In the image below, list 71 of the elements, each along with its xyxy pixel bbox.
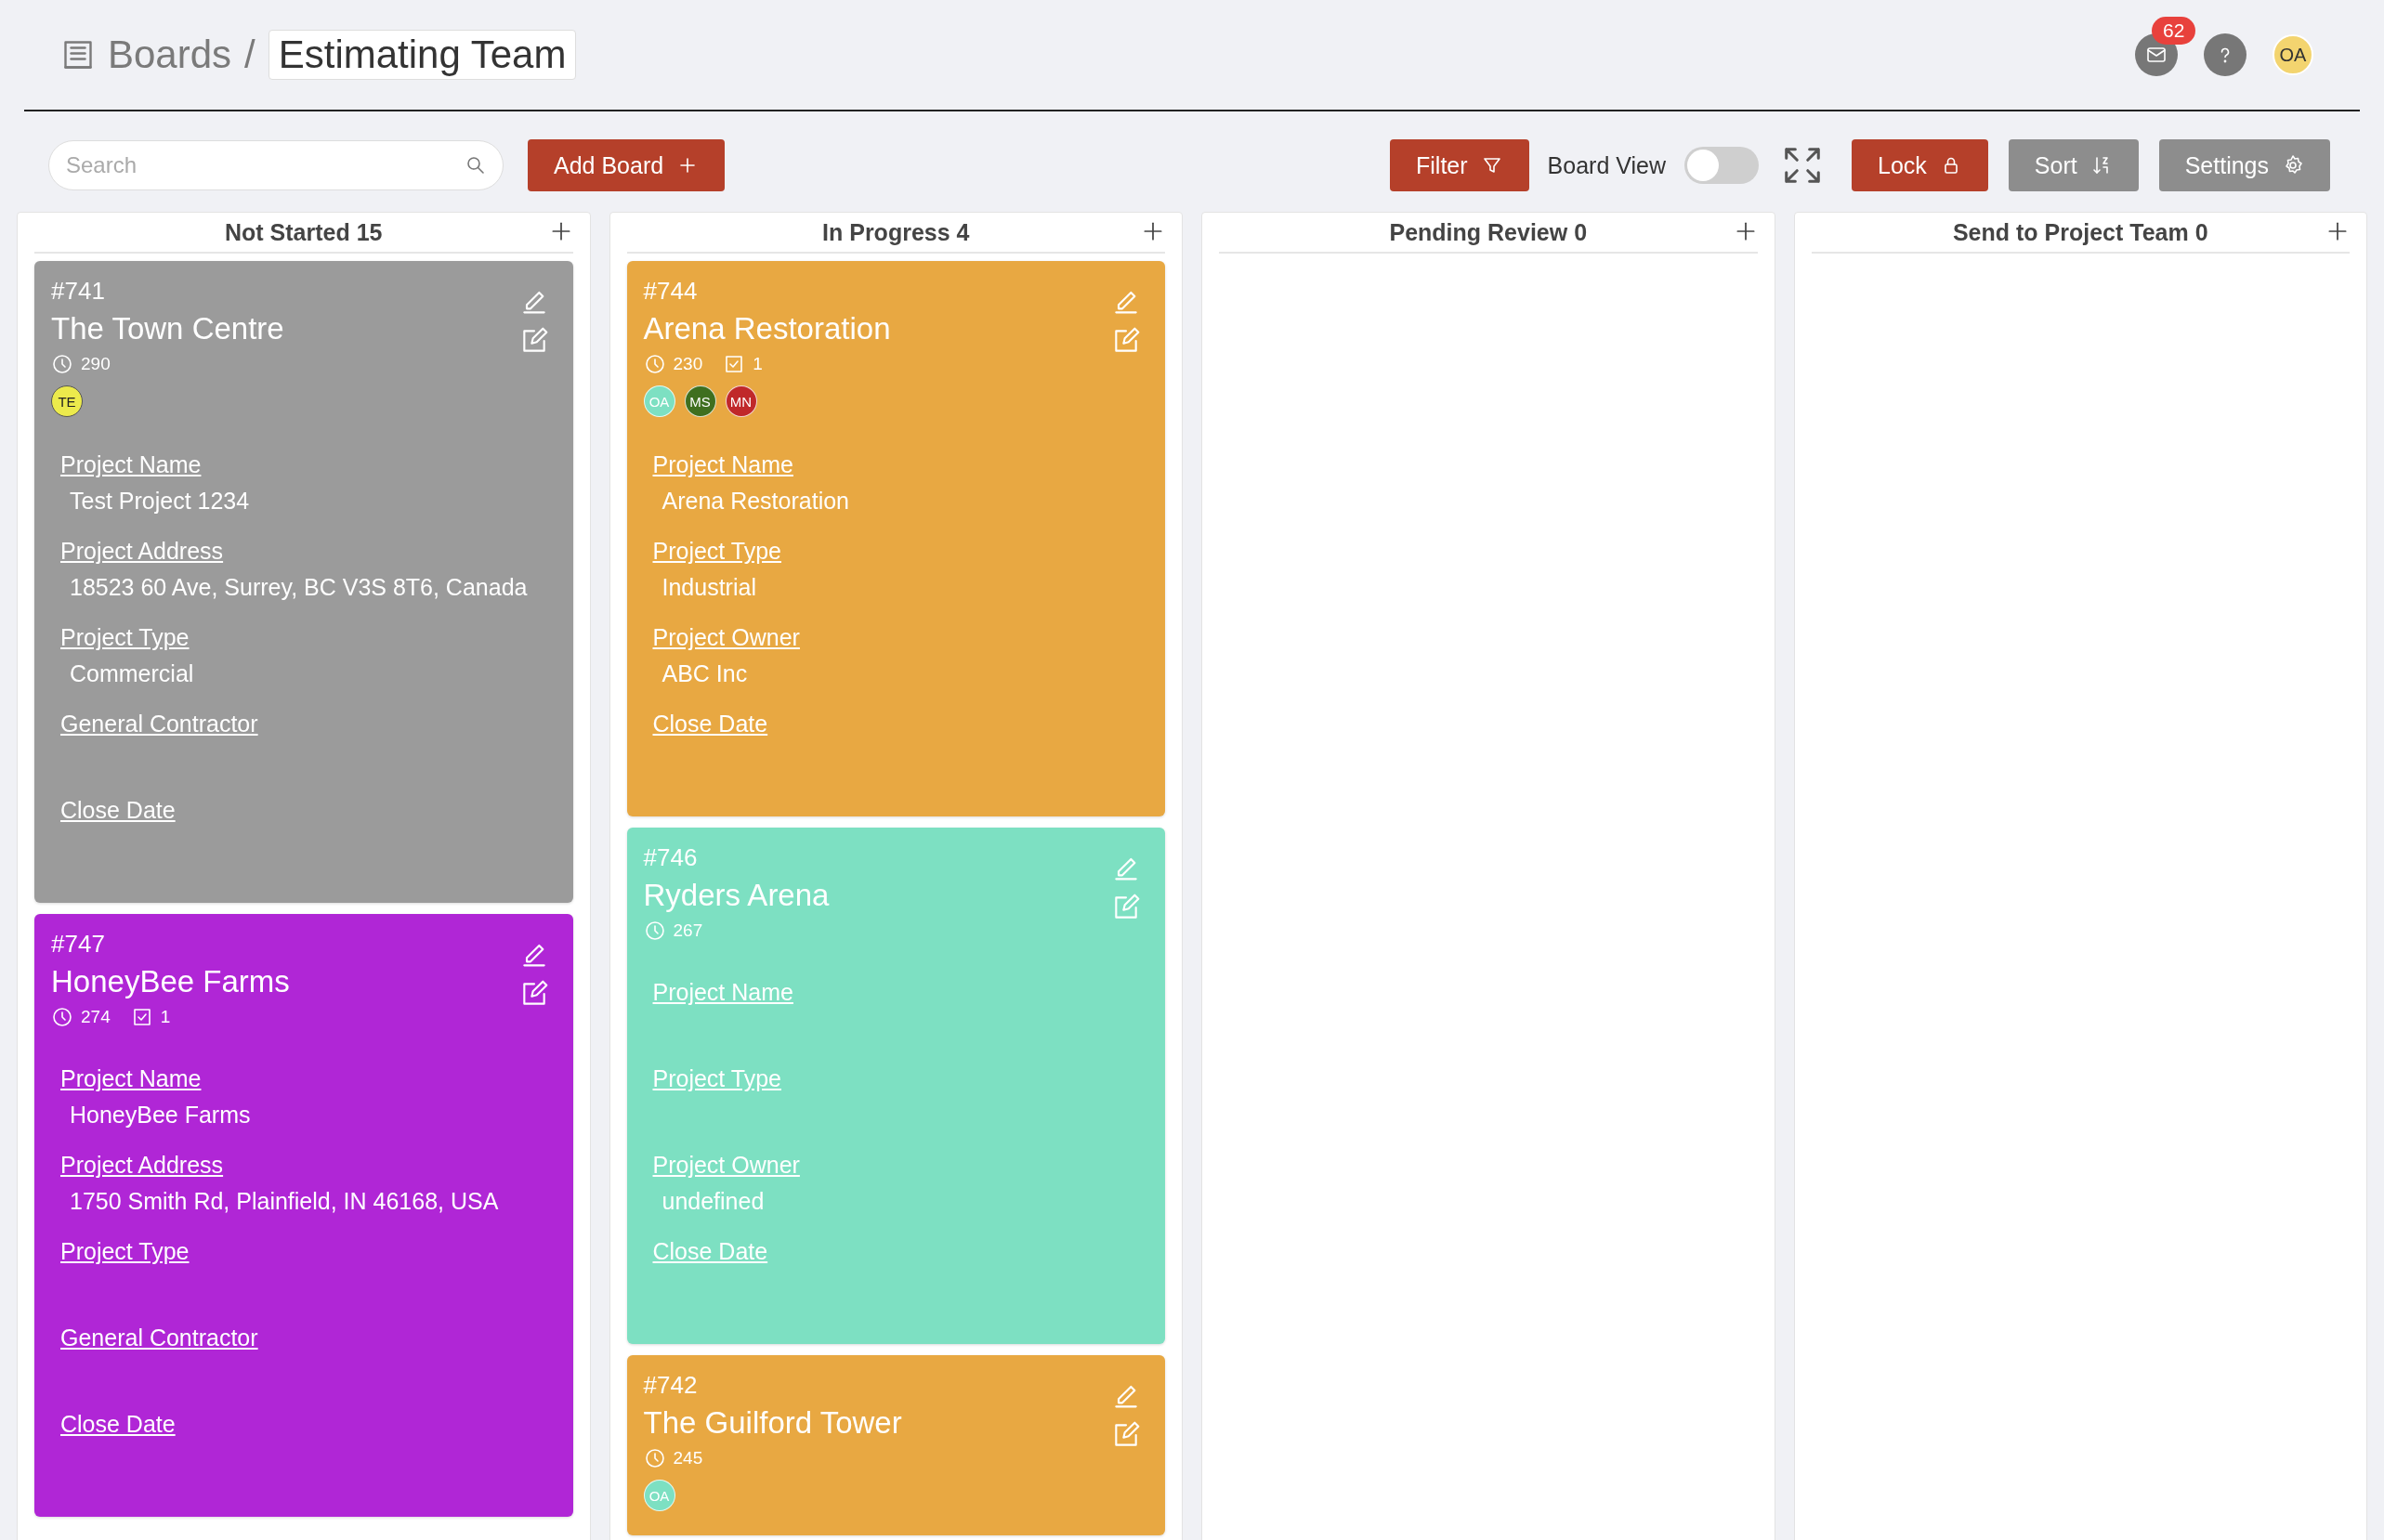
member-avatar[interactable]: TE <box>51 385 83 417</box>
field-label-link[interactable]: Project Address <box>60 1147 224 1182</box>
help-button[interactable] <box>2204 33 2246 76</box>
card-number: #747 <box>51 929 106 959</box>
field-label-link[interactable]: General Contractor <box>60 706 258 741</box>
card-title: The Town Centre <box>51 310 285 347</box>
board-view-label: Board View <box>1547 151 1666 179</box>
time-count: 230 <box>673 354 703 374</box>
field-label-link[interactable]: General Contractor <box>60 1320 258 1355</box>
field-label-link[interactable]: Project Owner <box>652 620 800 655</box>
field-value: Test Project 1234 <box>69 487 251 516</box>
field-label-link[interactable]: Close Date <box>60 1406 176 1442</box>
breadcrumb-separator: / <box>244 33 255 77</box>
sort-button[interactable]: Sort <box>2008 139 2139 191</box>
project-card[interactable]: #744 Arena Restoration 230 1 OA MS MN Project Name Arena Restoration Project Type Industrial Project Owner ABC Inc Close Date <box>626 261 1165 816</box>
project-card[interactable]: #747 HoneyBee Farms 274 1 Project Name HoneyBee Farms Project Address 1750 Smith Rd, Plainfield, IN 46168, USA Project Type General Contractor Close Date <box>34 914 573 1517</box>
column-title: Not Started 15 <box>225 218 383 246</box>
column-title: Pending Review 0 <box>1389 218 1588 246</box>
member-avatar[interactable]: MS <box>684 385 716 417</box>
field-label-link[interactable]: Project Type <box>60 620 190 655</box>
card-title: The Guilford Tower <box>643 1404 903 1442</box>
card-number: #744 <box>643 276 699 307</box>
checklist-count: 1 <box>753 354 763 374</box>
column-title: Send to Project Team 0 <box>1952 218 2208 246</box>
field-label-link[interactable]: Project Name <box>60 1061 202 1096</box>
field-value: undefined <box>661 1187 766 1216</box>
card-number: #746 <box>643 842 699 873</box>
field-value: HoneyBee Farms <box>69 1101 252 1129</box>
clock-icon <box>51 1006 73 1028</box>
field-label-link[interactable]: Close Date <box>60 792 176 828</box>
field-value: 18523 60 Ave, Surrey, BC V3S 8T6, Canada <box>69 573 529 602</box>
time-count: 274 <box>81 1007 111 1027</box>
field-label-link[interactable]: Project Type <box>652 533 781 568</box>
field-value: ABC Inc <box>661 659 749 688</box>
checklist-count: 1 <box>160 1007 171 1027</box>
clock-icon <box>643 353 666 375</box>
member-avatar[interactable]: MN <box>725 385 757 417</box>
card-number: #742 <box>643 1370 699 1401</box>
clock-icon <box>643 1447 666 1469</box>
clock-icon <box>51 353 73 375</box>
board-icon <box>61 38 95 72</box>
project-card[interactable]: #741 The Town Centre 290 TE Project Name Test Project 1234 Project Address 18523 60 Ave, Surrey, BC V3S 8T6, Canada Project Type Commercial General Contractor Close Date <box>34 261 573 903</box>
breadcrumb-link[interactable]: Boards <box>108 33 232 77</box>
board-view-toggle[interactable] <box>1684 147 1759 184</box>
time-count: 290 <box>81 354 111 374</box>
field-label-link[interactable]: Project Name <box>60 447 202 482</box>
user-avatar[interactable]: OA <box>2273 34 2313 75</box>
field-value: 1750 Smith Rd, Plainfield, IN 46168, USA <box>69 1187 500 1216</box>
time-count: 245 <box>673 1448 703 1468</box>
card-number: #741 <box>51 276 106 307</box>
field-label-link[interactable]: Project Address <box>60 533 224 568</box>
card-title: Ryders Arena <box>643 877 831 914</box>
lock-button[interactable]: Lock <box>1852 139 1988 191</box>
notification-count: 62 <box>2152 17 2196 45</box>
field-value: Commercial <box>69 659 195 688</box>
clock-icon <box>643 920 666 942</box>
search-icon <box>465 154 487 176</box>
field-label-link[interactable]: Close Date <box>652 706 768 741</box>
search-field[interactable]: Search <box>48 140 504 190</box>
field-label-link[interactable]: Project Name <box>652 447 793 482</box>
board-title[interactable]: Estimating Team <box>268 30 577 80</box>
settings-button[interactable]: Settings <box>2158 139 2330 191</box>
add-board-button[interactable]: Add Board <box>528 139 726 191</box>
column-title: In Progress 4 <box>822 218 970 246</box>
time-count: 267 <box>673 920 703 941</box>
card-title: Arena Restoration <box>643 310 892 347</box>
card-title: HoneyBee Farms <box>51 963 291 1000</box>
filter-button[interactable]: Filter <box>1390 139 1529 191</box>
field-value: Industrial <box>661 573 757 602</box>
field-label-link[interactable]: Project Type <box>60 1233 190 1269</box>
field-value: Arena Restoration <box>661 487 850 516</box>
